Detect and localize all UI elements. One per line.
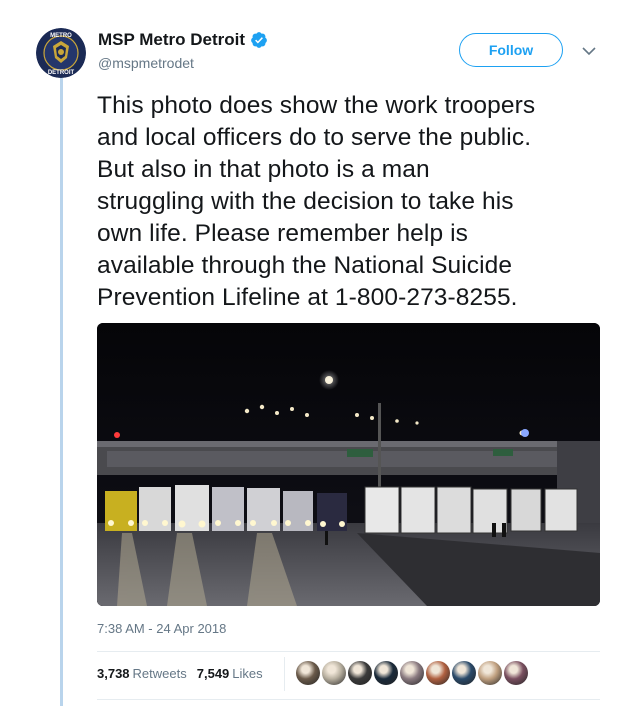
engagement-stats: 3,738 Retweets 7,549 Likes xyxy=(97,666,273,681)
msp-badge-icon: METRO DETROIT xyxy=(36,28,86,78)
retweets-stat[interactable]: 3,738 Retweets xyxy=(97,666,187,681)
likes-label: Likes xyxy=(232,666,263,681)
follow-button[interactable]: Follow xyxy=(459,33,563,67)
liker-avatar[interactable] xyxy=(322,661,346,685)
liker-avatars xyxy=(296,661,530,685)
tweet-text: This photo does show the work troopers a… xyxy=(97,90,607,314)
liker-avatar[interactable] xyxy=(348,661,372,685)
tweet-line: struggling with the decision to take his xyxy=(97,188,514,215)
tweet-line: This photo does show the work troopers xyxy=(97,92,536,119)
liker-avatar[interactable] xyxy=(374,661,398,685)
thread-line xyxy=(60,78,63,706)
liker-avatar[interactable] xyxy=(400,661,424,685)
avatar[interactable]: METRO DETROIT xyxy=(36,28,86,78)
divider xyxy=(97,699,600,700)
tweet-line: own life. Please remember help is xyxy=(97,220,468,247)
liker-avatar[interactable] xyxy=(504,661,528,685)
likes-count: 7,549 xyxy=(196,666,230,681)
author-name[interactable]: MSP Metro Detroit xyxy=(98,30,245,50)
verified-badge-icon xyxy=(250,31,268,49)
retweets-label: Retweets xyxy=(132,666,187,681)
avatar-text-bottom: DETROIT xyxy=(48,70,75,76)
tweet-line: and local officers do to serve the publi… xyxy=(97,124,532,151)
tweet-line: available through the National Suicide xyxy=(97,252,513,279)
divider xyxy=(97,651,600,652)
liker-avatar[interactable] xyxy=(478,661,502,685)
timestamp[interactable]: 7:38 AM - 24 Apr 2018 xyxy=(97,621,226,636)
chevron-down-icon[interactable] xyxy=(580,42,598,60)
tweet-line: But also in that photo is a man xyxy=(97,156,430,183)
avatar-text-top: METRO xyxy=(50,33,72,39)
retweets-count: 3,738 xyxy=(97,666,130,681)
divider xyxy=(284,657,285,691)
liker-avatar[interactable] xyxy=(296,661,320,685)
author-handle[interactable]: @mspmetrodet xyxy=(98,54,268,72)
likes-stat[interactable]: 7,549 Likes xyxy=(197,666,263,681)
liker-avatar[interactable] xyxy=(452,661,476,685)
tweet-photo[interactable] xyxy=(97,323,600,606)
tweet-line: Prevention Lifeline at 1-800-273-8255. xyxy=(97,284,518,311)
liker-avatar[interactable] xyxy=(426,661,450,685)
author-block[interactable]: MSP Metro Detroit @mspmetrodet xyxy=(98,30,268,72)
